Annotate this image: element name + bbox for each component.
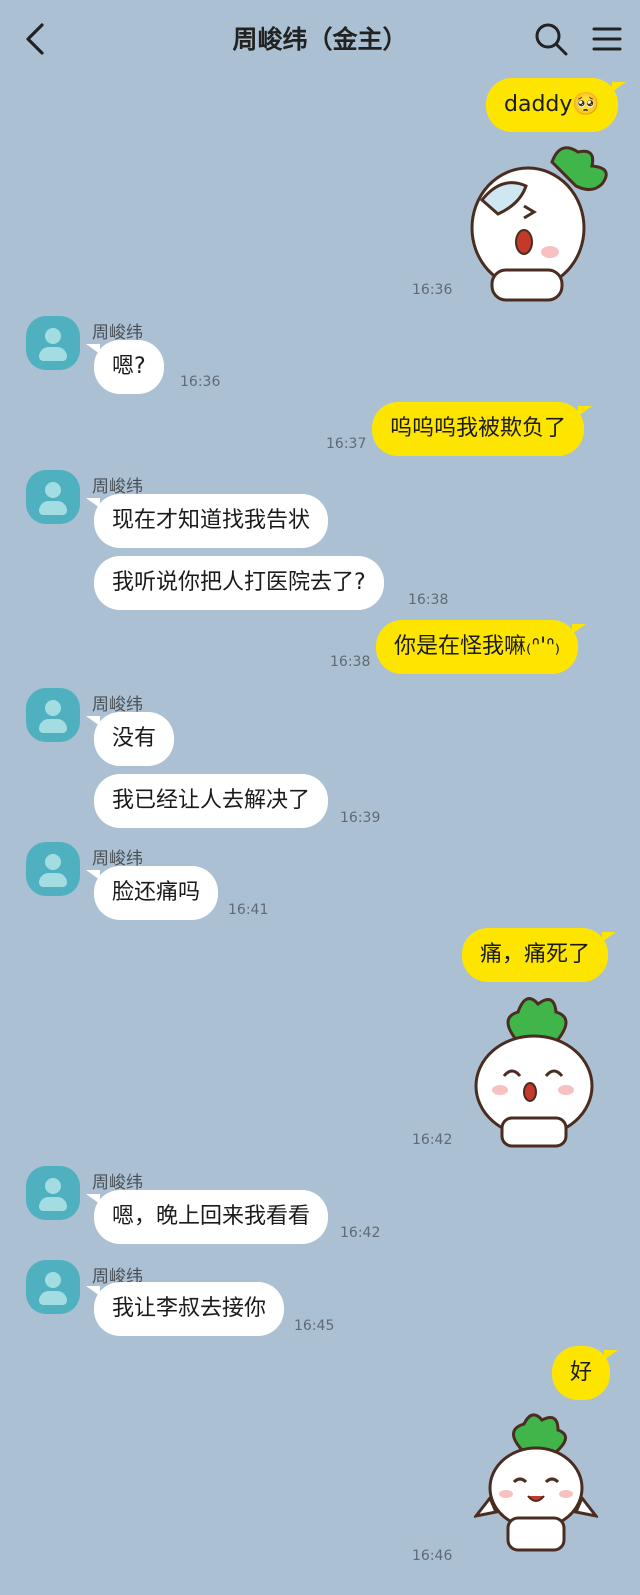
message-timestamp: 16:37 — [326, 436, 367, 452]
message-bubble-sent[interactable]: daddy🥺 — [486, 78, 626, 132]
message-timestamp: 16:41 — [228, 902, 269, 918]
message-bubble-received[interactable]: 脸还痛吗 — [85, 866, 219, 920]
message-timestamp: 16:36 — [180, 374, 221, 390]
sobbing-radish-sticker[interactable] — [470, 992, 598, 1152]
avatar[interactable] — [26, 470, 80, 524]
chat-header: 周峻纬（金主） — [0, 0, 640, 76]
avatar[interactable] — [26, 842, 80, 896]
message-timestamp: 16:38 — [408, 592, 449, 608]
search-icon[interactable] — [534, 22, 568, 56]
avatar[interactable] — [26, 688, 80, 742]
message-timestamp: 16:42 — [340, 1225, 381, 1241]
message-bubble-received[interactable]: 嗯，晚上回来我看看 — [85, 1190, 329, 1244]
crying-radish-sticker[interactable] — [462, 140, 620, 310]
avatar[interactable] — [26, 1166, 80, 1220]
message-timestamp: 16:46 — [412, 1548, 453, 1564]
message-timestamp: 16:36 — [412, 282, 453, 298]
message-bubble-received[interactable]: 现在才知道找我告状 — [85, 494, 329, 548]
message-bubble-received[interactable]: 没有 — [85, 712, 175, 766]
message-timestamp: 16:45 — [294, 1318, 335, 1334]
message-bubble-sent[interactable]: 你是在怪我嘛₍ᐢ'ᐢ₎ — [376, 620, 586, 674]
message-timestamp: 16:38 — [330, 654, 371, 670]
avatar[interactable] — [26, 1260, 80, 1314]
message-bubble-sent[interactable]: 呜呜呜我被欺负了 — [372, 402, 593, 456]
message-bubble-received[interactable]: 我让李叔去接你 — [85, 1282, 285, 1336]
message-bubble-received[interactable]: 我听说你把人打医院去了? — [94, 556, 384, 610]
message-bubble-sent[interactable]: 痛，痛死了 — [462, 928, 617, 982]
avatar[interactable] — [26, 316, 80, 370]
hamburger-menu-icon[interactable] — [592, 24, 622, 54]
message-timestamp: 16:39 — [340, 810, 381, 826]
message-bubble-sent[interactable]: 好 — [552, 1346, 619, 1400]
message-bubble-received[interactable]: 嗯? — [86, 340, 164, 394]
happy-radish-sticker[interactable] — [474, 1410, 598, 1556]
message-timestamp: 16:42 — [412, 1132, 453, 1148]
message-bubble-received[interactable]: 我已经让人去解决了 — [94, 774, 329, 828]
